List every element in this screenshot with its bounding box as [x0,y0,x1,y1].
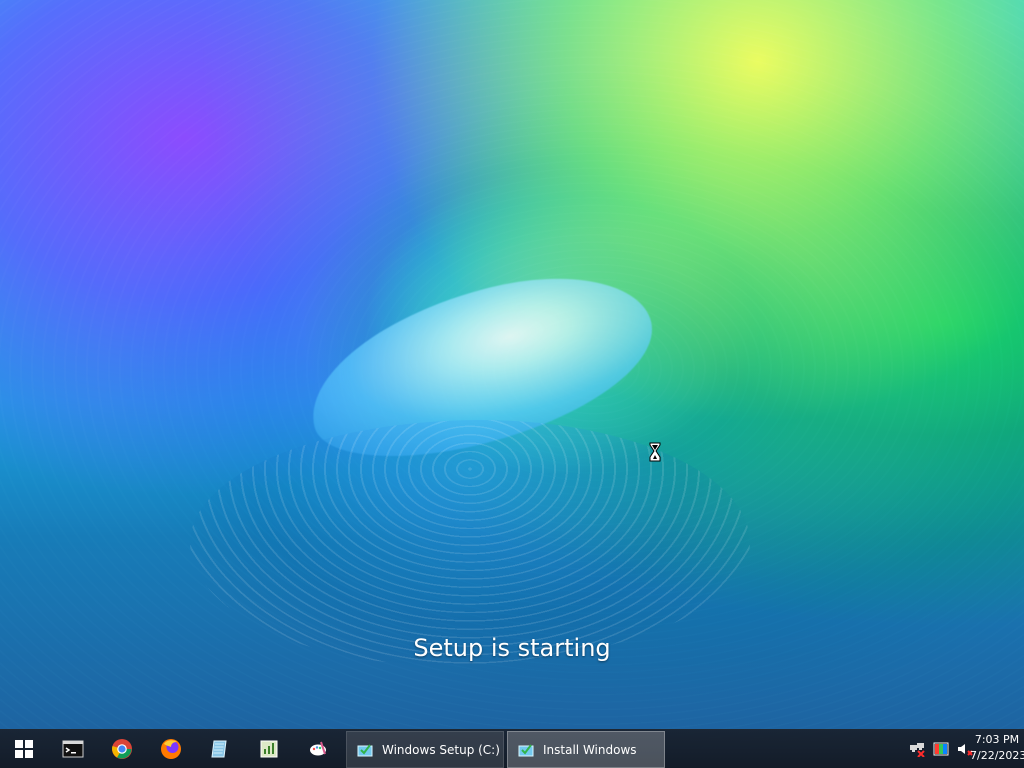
chrome-icon [112,739,132,759]
chart-editor-button[interactable] [245,730,293,768]
taskbar-item-install-windows[interactable]: Install Windows [507,731,665,768]
paint-tools-button[interactable] [294,730,342,768]
chrome-button[interactable] [98,730,146,768]
color-display-icon[interactable] [933,741,949,757]
taskbar-item-windows-setup[interactable]: Windows Setup (C:) [346,731,504,768]
windows-logo-icon [15,740,33,758]
taskbar: Windows Setup (C:) Install Windows 7:03 … [0,729,1024,768]
setup-icon [518,743,534,756]
clock-time: 7:03 PM [974,733,1020,746]
firefox-button[interactable] [147,730,195,768]
taskbar-label-windows-setup: Windows Setup (C:) [382,742,500,757]
desktop-background: Setup is starting [0,0,1024,768]
water-reflection [190,420,750,665]
clock-date: 7/22/2023 [970,749,1024,762]
system-tray: 7:03 PM 7/22/2023 [876,730,1024,768]
hourglass-cursor-icon [649,442,661,462]
chart-editor-icon [260,740,278,758]
firefox-icon [161,739,181,759]
document-pad-button[interactable] [196,730,244,768]
command-prompt-button[interactable] [49,730,97,768]
paint-tools-icon [310,741,326,756]
command-prompt-icon [62,740,84,758]
start-button[interactable] [0,730,48,768]
document-pad-icon [211,740,227,758]
network-disconnected-icon[interactable] [909,741,925,757]
taskbar-label-install-windows: Install Windows [543,742,637,757]
setup-status-text: Setup is starting [413,634,611,662]
clock[interactable]: 7:03 PM 7/22/2023 [970,732,1024,766]
setup-icon [357,743,373,756]
wave-opening [292,251,670,483]
